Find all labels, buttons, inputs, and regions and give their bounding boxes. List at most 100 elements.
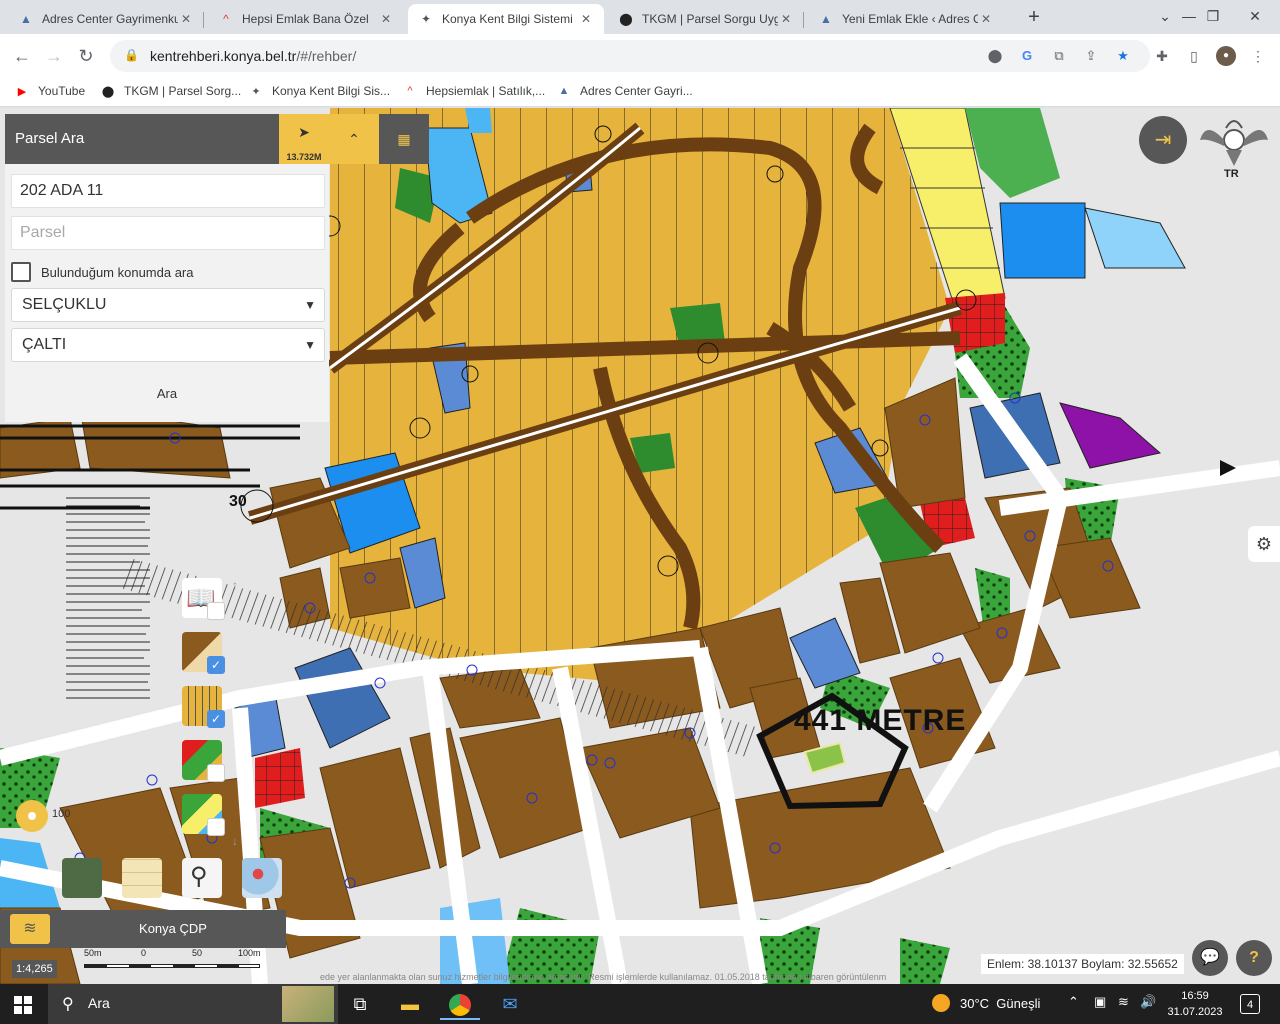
weather-widget[interactable]: 30°C Güneşli	[932, 994, 1040, 1012]
search-button[interactable]: Ara	[5, 376, 329, 412]
chevron-up-icon[interactable]: ⌃	[1068, 994, 1079, 1010]
reload-button[interactable]: ↻	[72, 42, 100, 70]
clock[interactable]: 16:59 31.07.2023	[1160, 988, 1230, 1020]
file-explorer-icon[interactable]: ▬	[390, 988, 430, 1020]
ada-input[interactable]: 202 ADA 11	[11, 174, 325, 208]
triangle-logo-icon: ▲	[20, 12, 32, 26]
map-pin-icon: ⬤	[619, 12, 633, 26]
location-checkbox-label: Bulunduğum konumda ara	[41, 265, 194, 280]
collapse-panel-button[interactable]: ⌃	[329, 114, 379, 164]
grid-menu-button[interactable]: ▦	[379, 114, 429, 164]
bookmark-youtube[interactable]: ▶ YouTube	[14, 82, 85, 100]
tab-yeni-emlak[interactable]: ▲ Yeni Emlak Ekle ‹ Adres Ce ✕	[808, 4, 1004, 34]
tab-title: Hepsi Emlak Bana Özel	[242, 12, 369, 26]
star-icon[interactable]: ★	[1114, 47, 1132, 65]
chrome-icon[interactable]	[440, 988, 480, 1020]
bookmark-label: Hepsiemlak | Satılık,...	[426, 84, 546, 98]
close-icon[interactable]: ✕	[378, 12, 394, 26]
mail-icon[interactable]: ✉	[490, 988, 530, 1020]
forward-button[interactable]: →	[40, 42, 68, 70]
new-tab-button[interactable]: +	[1022, 6, 1046, 30]
scroll-up-icon[interactable]: ↑	[232, 578, 238, 592]
bookmark-hepsiemlak[interactable]: ^ Hepsiemlak | Satılık,...	[402, 82, 545, 100]
parcel-search-form: 202 ADA 11 Parsel Bulunduğum konumda ara…	[5, 164, 329, 422]
layers-icon[interactable]: ≋	[10, 914, 50, 944]
close-window-button[interactable]: ✕	[1232, 4, 1278, 28]
google-icon[interactable]: G	[1018, 47, 1036, 65]
locate-button[interactable]: ➤ 13.732M	[279, 114, 329, 164]
landuse-layer-checkbox[interactable]	[207, 764, 225, 782]
search-icon: ⚲	[62, 996, 74, 1013]
neighborhood-select[interactable]: ÇALTI ▼	[11, 328, 325, 362]
zoom-slider-handle[interactable]	[16, 800, 48, 832]
emblem-icon: ✦	[251, 85, 261, 98]
device-icon[interactable]: ▣	[1094, 994, 1106, 1010]
youtube-icon: ▶	[17, 85, 27, 98]
zoom-level-label: 100	[52, 808, 71, 820]
bookmark-label: Konya Kent Bilgi Sis...	[272, 84, 391, 98]
tab-tkgm[interactable]: ⬤ TKGM | Parsel Sorgu Uygu ✕	[608, 4, 804, 34]
close-icon[interactable]: ✕	[178, 12, 194, 26]
emblem-icon: ✦	[420, 12, 432, 26]
extensions-icon[interactable]: ✚	[1152, 46, 1172, 66]
chevron-up-icon: ⌃	[348, 131, 360, 147]
close-icon[interactable]: ✕	[978, 12, 994, 26]
chevron-down-icon: ▼	[304, 338, 316, 352]
location-checkbox[interactable]	[11, 262, 31, 282]
satellite-basemap[interactable]	[62, 858, 102, 898]
task-view-icon[interactable]: ⧉	[340, 988, 380, 1020]
sun-icon	[932, 994, 950, 1012]
parsel-input[interactable]: Parsel	[11, 216, 325, 250]
clock-time: 16:59	[1181, 990, 1209, 1002]
coordinates-readout: Enlem: 38.10137 Boylam: 32.55652	[981, 954, 1184, 974]
close-icon[interactable]: ✕	[778, 12, 794, 26]
wifi-icon[interactable]: ≋	[1118, 994, 1129, 1010]
tab-konya-kent[interactable]: ✦ Konya Kent Bilgi Sistemi ✕	[408, 4, 604, 34]
bookmark-konya[interactable]: ✦ Konya Kent Bilgi Sis...	[248, 82, 390, 100]
feedback-button[interactable]: 💬	[1192, 940, 1228, 976]
bookmark-tkgm[interactable]: ⬤ TKGM | Parsel Sorg...	[100, 82, 241, 100]
help-button[interactable]: ?	[1236, 940, 1272, 976]
search-basemap[interactable]: ⚲	[182, 858, 222, 898]
cadastral-basemap[interactable]	[122, 858, 162, 898]
settings-button[interactable]: ⚙	[1248, 526, 1280, 562]
side-panel-icon[interactable]: ▯	[1184, 46, 1204, 66]
browser-toolbar: ← → ↻ 🔒 kentrehberi.konya.bel.tr/#/rehbe…	[0, 34, 1280, 76]
windows-start-icon[interactable]	[14, 996, 32, 1014]
grid-icon: ▦	[397, 131, 411, 147]
layer-bar[interactable]: ≋ Konya ÇDP	[0, 910, 286, 948]
notification-badge[interactable]: 4	[1240, 994, 1260, 1014]
master-plan-layer-checkbox[interactable]	[207, 818, 225, 836]
maximize-button[interactable]: ❐	[1190, 4, 1236, 28]
menu-icon[interactable]: ⋮	[1248, 46, 1268, 66]
share-icon[interactable]: ⇪	[1082, 47, 1100, 65]
close-icon[interactable]: ✕	[578, 12, 594, 26]
parcel-layer-checkbox[interactable]: ✓	[207, 656, 225, 674]
bookmark-label: TKGM | Parsel Sorg...	[124, 84, 242, 98]
taskbar-search[interactable]: ⚲ Ara	[48, 984, 338, 1024]
bookmark-adres-center[interactable]: ▲ Adres Center Gayri...	[556, 82, 693, 100]
avatar[interactable]: ●	[1216, 46, 1236, 66]
caret-logo-icon: ^	[407, 85, 413, 97]
address-bar[interactable]: 🔒 kentrehberi.konya.bel.tr/#/rehber/ ⬤ G…	[110, 40, 1150, 72]
location-icon[interactable]: ⬤	[986, 47, 1004, 65]
disclaimer-text: ede yer alanlanmakta olan sunuz hizmetle…	[320, 972, 887, 982]
scale-tick: 50m	[84, 948, 102, 958]
lock-icon[interactable]: 🔒	[124, 48, 139, 62]
panel-title: Parsel Ara	[5, 114, 279, 164]
district-select[interactable]: SELÇUKLU ▼	[11, 288, 325, 322]
tab-adres-center[interactable]: ▲ Adres Center Gayrimenkul ✕	[8, 4, 204, 34]
scale-tick: 100m	[238, 948, 261, 958]
legend-layer-checkbox[interactable]	[207, 602, 225, 620]
weather-desc: Güneşli	[996, 995, 1041, 1011]
scroll-down-icon[interactable]: ↓	[232, 834, 238, 848]
volume-icon[interactable]: 🔊	[1140, 994, 1156, 1010]
translate-icon[interactable]: ⧉	[1050, 47, 1068, 65]
back-button[interactable]: ←	[8, 42, 36, 70]
map-canvas[interactable]: 30 441 METRE Parsel Ara ➤ 13.732M ⌃ ▦ 20…	[0, 108, 1280, 984]
login-button[interactable]: ⇥	[1139, 116, 1187, 164]
gear-icon: ⚙	[1255, 534, 1273, 554]
tab-hepsi-emlak[interactable]: ^ Hepsi Emlak Bana Özel ✕	[208, 4, 404, 34]
heatmap-basemap[interactable]	[242, 858, 282, 898]
zoning-layer-checkbox[interactable]: ✓	[207, 710, 225, 728]
